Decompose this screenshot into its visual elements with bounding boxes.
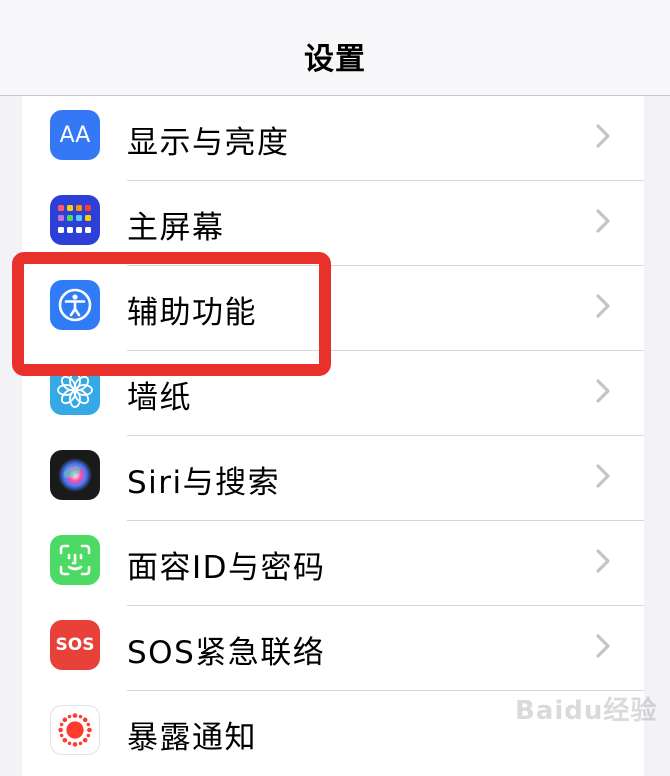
chevron-right-icon — [596, 294, 610, 318]
chevron-right-icon — [596, 464, 610, 488]
settings-item-label: 暴露通知 — [127, 720, 257, 756]
exposure-notification-icon — [50, 705, 100, 755]
wallpaper-icon — [50, 365, 100, 415]
settings-list: AA 显示与亮度 主屏幕 辅助功能 墙纸 Siri与搜索 面容ID与密码 SOS… — [22, 96, 644, 776]
watermark: Baidu经验 — [515, 696, 658, 726]
settings-item-label: 辅助功能 — [127, 295, 257, 331]
settings-item-label: 显示与亮度 — [127, 125, 290, 161]
page-title: 设置 — [304, 42, 366, 77]
display-brightness-icon: AA — [50, 110, 100, 160]
settings-item-siri-search[interactable]: Siri与搜索 — [22, 436, 644, 521]
settings-item-label: 主屏幕 — [127, 210, 225, 246]
home-screen-icon — [50, 195, 100, 245]
chevron-right-icon — [596, 549, 610, 573]
settings-item-wallpaper[interactable]: 墙纸 — [22, 351, 644, 436]
navigation-bar: 设置 — [0, 0, 670, 96]
settings-item-emergency-sos[interactable]: SOS SOS紧急联络 — [22, 606, 644, 691]
settings-item-label: Siri与搜索 — [127, 465, 281, 501]
settings-item-display-brightness[interactable]: AA 显示与亮度 — [22, 96, 644, 181]
settings-item-accessibility[interactable]: 辅助功能 — [22, 266, 644, 351]
chevron-right-icon — [596, 379, 610, 403]
sos-icon: SOS — [50, 620, 100, 670]
face-id-icon — [50, 535, 100, 585]
settings-item-home-screen[interactable]: 主屏幕 — [22, 181, 644, 266]
siri-icon — [50, 450, 100, 500]
settings-item-label: 面容ID与密码 — [127, 550, 326, 586]
accessibility-icon — [50, 280, 100, 330]
settings-item-face-id-passcode[interactable]: 面容ID与密码 — [22, 521, 644, 606]
chevron-right-icon — [596, 634, 610, 658]
settings-item-label: 墙纸 — [127, 380, 192, 416]
chevron-right-icon — [596, 124, 610, 148]
settings-item-label: SOS紧急联络 — [127, 635, 326, 671]
chevron-right-icon — [596, 209, 610, 233]
